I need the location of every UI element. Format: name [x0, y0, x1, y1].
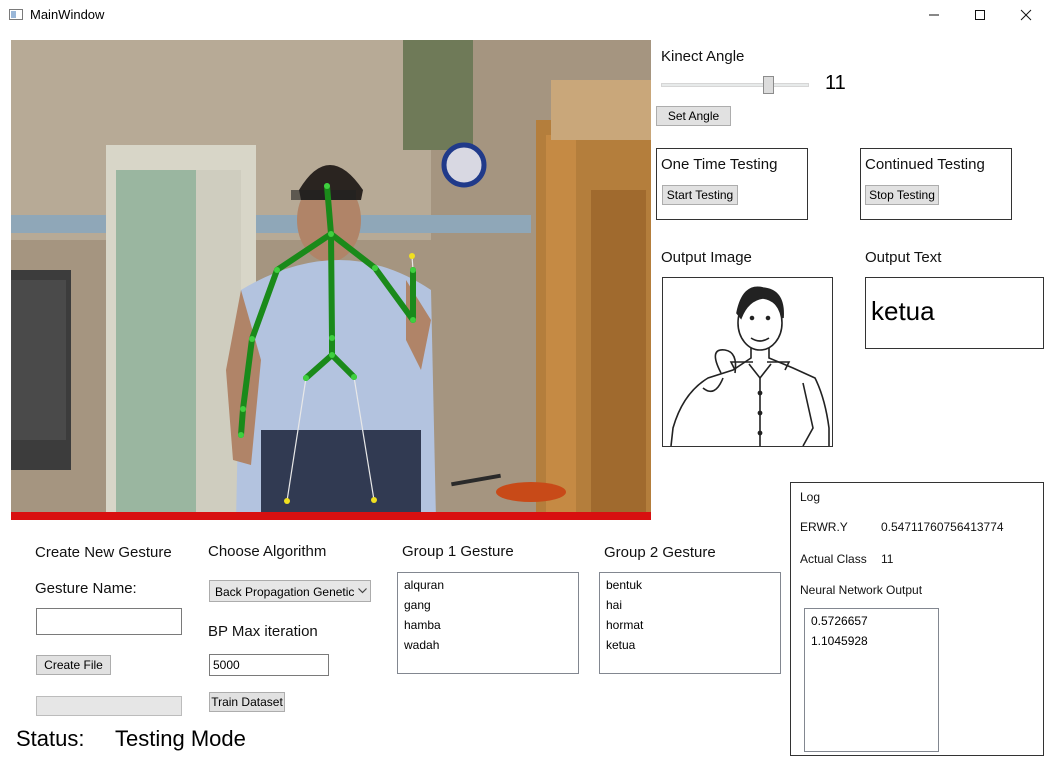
- skeleton-bone: [238, 406, 246, 438]
- output-image-label: Output Image: [661, 249, 752, 266]
- close-button[interactable]: [1003, 0, 1049, 30]
- one-time-testing-group: One Time Testing Start Testing: [656, 148, 808, 220]
- list-item[interactable]: 1.1045928: [811, 631, 932, 651]
- skeleton-joint: [410, 267, 416, 273]
- algorithm-select[interactable]: Back Propagation Genetic: [209, 580, 371, 602]
- kinect-camera-view: [11, 40, 651, 520]
- skeleton-joint: [284, 498, 290, 504]
- skeleton-overlay: [238, 183, 416, 504]
- skeleton-bone: [324, 183, 334, 237]
- skeleton-joint: [238, 432, 244, 438]
- list-item[interactable]: alquran: [404, 575, 572, 595]
- choose-algorithm-title: Choose Algorithm: [208, 543, 327, 560]
- list-item[interactable]: 0.5726657: [811, 611, 932, 631]
- skeleton-joint: [371, 497, 377, 503]
- skeleton-bone: [328, 231, 378, 271]
- create-gesture-title: Create New Gesture: [35, 544, 172, 561]
- skeleton-joint: [249, 336, 255, 342]
- skeleton-bone: [303, 352, 335, 381]
- continued-testing-group: Continued Testing Stop Testing: [860, 148, 1012, 220]
- progress-bar: [36, 696, 182, 716]
- gesture-name-label: Gesture Name:: [35, 580, 137, 597]
- group1-gesture-list[interactable]: alquran gang hamba wadah: [397, 572, 579, 674]
- neural-network-output-label: Neural Network Output: [800, 583, 923, 597]
- continued-testing-title: Continued Testing: [865, 156, 985, 173]
- skeleton-bone-inferred: [353, 376, 375, 501]
- group2-gesture-list[interactable]: bentuk hai hormat ketua: [599, 572, 781, 674]
- skeleton-joint: [409, 253, 415, 259]
- bp-max-iteration-input[interactable]: 5000: [209, 654, 329, 676]
- status-label: Status:: [16, 726, 85, 751]
- app-icon: [9, 9, 23, 20]
- log-key-actual-class: Actual Class: [800, 552, 867, 566]
- train-dataset-button[interactable]: Train Dataset: [209, 692, 285, 712]
- log-value-actual-class: 11: [881, 552, 894, 566]
- output-image: [662, 277, 833, 447]
- slider-track: [661, 83, 809, 87]
- log-panel: Log ERWR.Y 0.54711760756413774 Actual Cl…: [790, 482, 1044, 756]
- list-item[interactable]: hai: [606, 595, 774, 615]
- list-item[interactable]: wadah: [404, 635, 572, 655]
- sign-gesture-illustration: [670, 286, 830, 447]
- list-item[interactable]: hormat: [606, 615, 774, 635]
- neural-network-output-list[interactable]: 0.5726657 1.1045928: [804, 608, 939, 752]
- skeleton-bone: [249, 267, 280, 342]
- skeleton-joint: [351, 374, 357, 380]
- minimize-icon: [929, 14, 939, 16]
- skeleton-joint: [274, 267, 280, 273]
- skeleton-joint: [372, 265, 378, 271]
- output-text-box: ketua: [865, 277, 1044, 349]
- slider-thumb[interactable]: [763, 76, 774, 94]
- maximize-icon: [975, 10, 985, 20]
- skeleton-bone: [372, 265, 416, 323]
- skeleton-bone-inferred: [286, 377, 307, 502]
- list-item[interactable]: ketua: [606, 635, 774, 655]
- gesture-name-input[interactable]: [36, 608, 182, 635]
- output-text-label: Output Text: [865, 249, 942, 266]
- group1-title: Group 1 Gesture: [402, 543, 514, 560]
- close-icon: [1020, 9, 1032, 21]
- one-time-testing-title: One Time Testing: [661, 156, 778, 173]
- bp-max-iteration-label: BP Max iteration: [208, 623, 318, 640]
- algorithm-selected-value: Back Propagation Genetic: [215, 585, 355, 599]
- start-testing-button[interactable]: Start Testing: [662, 185, 738, 205]
- maximize-button[interactable]: [957, 0, 1003, 30]
- skeleton-bone: [329, 352, 357, 380]
- title-bar: MainWindow: [0, 0, 1049, 30]
- kinect-angle-value: 11: [825, 72, 846, 94]
- chevron-down-icon: [358, 588, 367, 594]
- log-key-erwr: ERWR.Y: [800, 520, 848, 534]
- skeleton-joint: [303, 375, 309, 381]
- group2-title: Group 2 Gesture: [604, 544, 716, 561]
- set-angle-button[interactable]: Set Angle: [656, 106, 731, 126]
- log-title: Log: [800, 490, 821, 504]
- list-item[interactable]: hamba: [404, 615, 572, 635]
- skeleton-joint: [329, 352, 335, 358]
- list-item[interactable]: bentuk: [606, 575, 774, 595]
- list-item[interactable]: gang: [404, 595, 572, 615]
- skeleton-joint: [410, 317, 416, 323]
- kinect-angle-label: Kinect Angle: [661, 48, 745, 65]
- create-file-button[interactable]: Create File: [36, 655, 111, 675]
- skeleton-bone: [274, 231, 334, 273]
- skeleton-joint: [240, 406, 246, 412]
- window-title: MainWindow: [30, 7, 105, 22]
- skeleton-joint: [329, 335, 335, 341]
- output-text-value: ketua: [871, 296, 935, 326]
- status-value: Testing Mode: [115, 726, 246, 751]
- log-value-erwr: 0.54711760756413774: [881, 520, 1004, 534]
- minimize-button[interactable]: [911, 0, 957, 30]
- skeleton-bone: [328, 231, 335, 341]
- kinect-angle-slider[interactable]: [661, 74, 809, 96]
- skeleton-joint: [324, 183, 330, 189]
- stop-testing-button[interactable]: Stop Testing: [865, 185, 939, 205]
- skeleton-bone: [240, 336, 255, 412]
- skeleton-joint: [328, 231, 334, 237]
